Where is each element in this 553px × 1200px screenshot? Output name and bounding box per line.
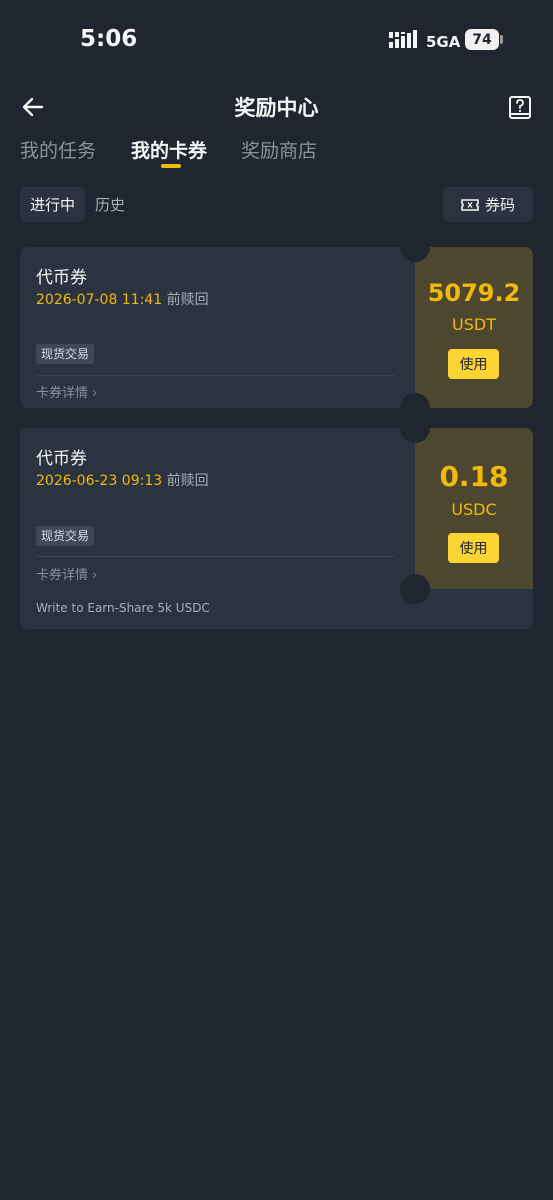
coupon-card[interactable]: 代币券 2026-06-23 09:13 前赎回 现货交易 卡券详情 › 0.1… xyxy=(20,428,533,629)
card-divider xyxy=(36,556,395,557)
tab-indicator xyxy=(161,164,181,168)
battery-nub xyxy=(500,35,503,44)
coupon-currency: USDT xyxy=(452,315,496,334)
coupon-value-panel: 0.18 USDC 使用 xyxy=(415,428,533,589)
coupon-expiry: 2026-06-23 09:13 前赎回 xyxy=(36,470,209,490)
coupon-expiry-suffix: 前赎回 xyxy=(166,292,209,308)
tab-my-tasks[interactable]: 我的任务 xyxy=(20,136,96,163)
use-button[interactable]: 使用 xyxy=(448,533,499,563)
ticket-notch xyxy=(400,574,430,604)
use-button[interactable]: 使用 xyxy=(448,349,499,379)
battery-level: 74 xyxy=(465,29,499,50)
coupon-code-button[interactable]: 券码 xyxy=(443,187,533,222)
help-book-icon[interactable] xyxy=(508,95,532,121)
tab-bar: 我的任务 我的卡券 奖励商店 xyxy=(20,136,540,176)
card-divider xyxy=(36,375,395,376)
coupon-currency: USDC xyxy=(451,500,497,519)
filter-in-progress[interactable]: 进行中 xyxy=(20,187,85,222)
coupon-expiry-date: 2026-06-23 09:13 xyxy=(36,473,163,489)
coupon-note: Write to Earn-Share 5k USDC xyxy=(36,601,210,615)
coupon-amount: 0.18 xyxy=(439,460,509,493)
coupon-tag: 现货交易 xyxy=(36,526,95,546)
coupon-title: 代币券 xyxy=(36,268,87,288)
ticket-icon xyxy=(461,198,479,211)
coupon-value-panel: 5079.2 USDT 使用 xyxy=(415,247,533,408)
coupon-detail-link[interactable]: 卡券详情 › xyxy=(36,382,97,401)
tab-my-coupons[interactable]: 我的卡券 xyxy=(131,136,207,163)
coupon-card[interactable]: 代币券 2026-07-08 11:41 前赎回 现货交易 卡券详情 › 507… xyxy=(20,247,533,408)
coupon-code-label: 券码 xyxy=(484,196,515,214)
coupon-tag: 现货交易 xyxy=(36,344,95,364)
page-title: 奖励中心 xyxy=(234,96,319,120)
coupon-expiry-date: 2026-07-08 11:41 xyxy=(36,292,163,308)
status-time: 5:06 xyxy=(80,26,138,52)
network-type: 5GA xyxy=(426,33,461,51)
signal-icon xyxy=(389,30,417,48)
coupon-detail-link[interactable]: 卡券详情 › xyxy=(36,564,97,583)
coupon-expiry: 2026-07-08 11:41 前赎回 xyxy=(36,289,209,309)
status-bar: 5:06 5GA 74 xyxy=(0,0,553,80)
tab-reward-store[interactable]: 奖励商店 xyxy=(241,136,317,163)
coupon-amount: 5079.2 xyxy=(427,279,521,307)
coupon-expiry-suffix: 前赎回 xyxy=(166,473,209,489)
filter-history[interactable]: 历史 xyxy=(95,187,125,222)
coupon-title: 代币券 xyxy=(36,449,87,469)
